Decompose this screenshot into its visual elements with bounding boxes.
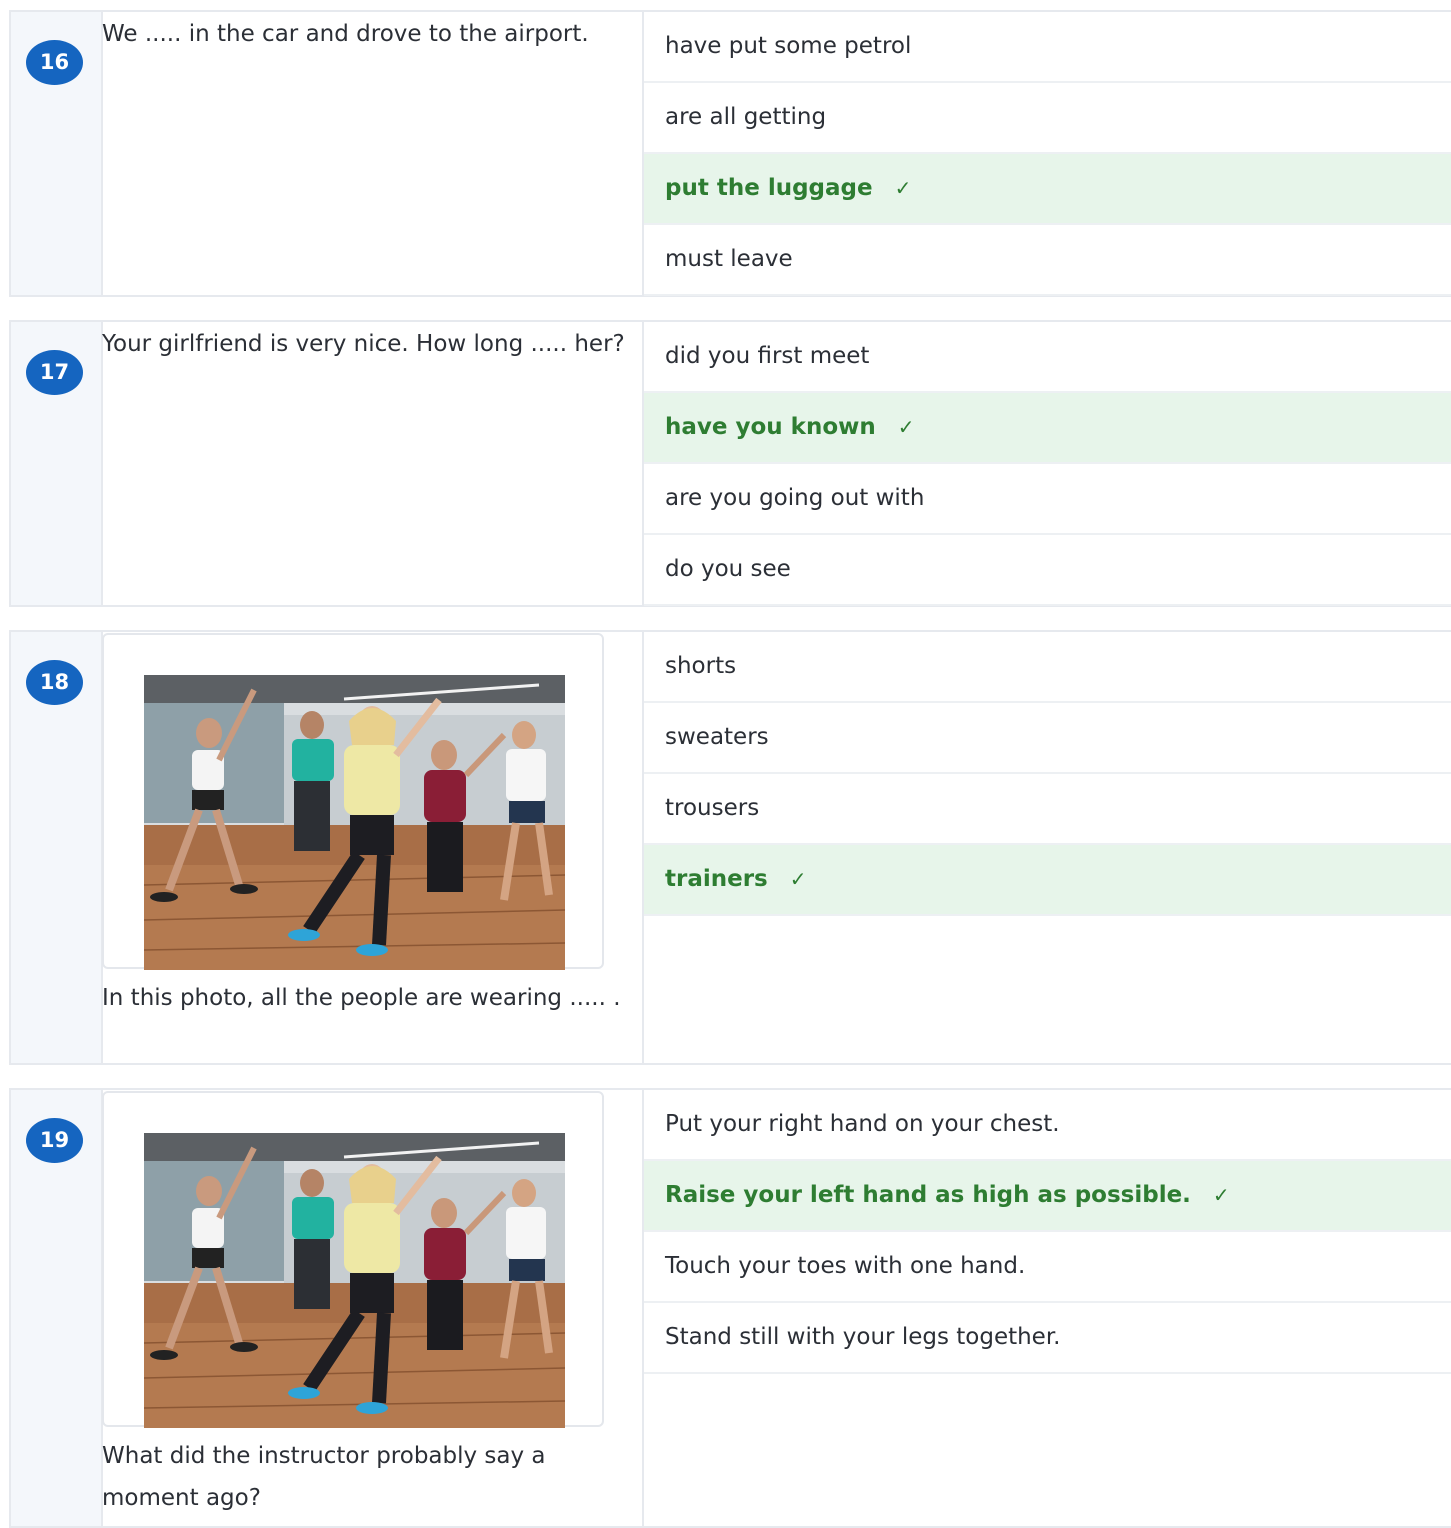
answer-text: put the luggage: [665, 175, 873, 201]
answer-text: Raise your left hand as high as possible…: [665, 1182, 1191, 1208]
answer-option[interactable]: are all getting: [644, 83, 1451, 154]
answer-list: have put some petrol are all getting put…: [644, 12, 1451, 296]
question-number-badge: 18: [26, 660, 83, 705]
answer-option[interactable]: Touch your toes with one hand.: [644, 1232, 1451, 1303]
answer-option-correct[interactable]: put the luggage ✓: [644, 154, 1451, 225]
answer-text: do you see: [665, 556, 791, 582]
question-prompt: What did the instructor probably say a m…: [102, 1443, 546, 1511]
question-number-column: 19: [11, 1090, 103, 1526]
question-prompt-column: In this photo, all the people are wearin…: [102, 632, 644, 1063]
check-icon: ✓: [1212, 1183, 1230, 1207]
answer-text: Put your right hand on your chest.: [665, 1111, 1060, 1137]
question-16: 16 We ..... in the car and drove to the …: [9, 10, 1451, 297]
answer-option[interactable]: sweaters: [644, 703, 1451, 774]
question-number-column: 16: [11, 12, 103, 295]
answer-option[interactable]: do you see: [644, 535, 1451, 606]
question-18: 18 In this photo, all the people are wea…: [9, 630, 1451, 1065]
photo-frame: [102, 633, 604, 970]
answer-option[interactable]: shorts: [644, 632, 1451, 703]
question-number-badge: 19: [26, 1118, 83, 1163]
answer-text: Stand still with your legs together.: [665, 1324, 1061, 1350]
answer-text: are you going out with: [665, 485, 925, 511]
check-icon: ✓: [894, 176, 912, 200]
question-prompt-column: We ..... in the car and drove to the air…: [102, 12, 644, 295]
question-number-column: 18: [11, 632, 103, 1063]
answer-option[interactable]: are you going out with: [644, 464, 1451, 535]
answer-text: have put some petrol: [665, 33, 912, 59]
question-number-badge: 17: [26, 350, 83, 395]
answer-text: Touch your toes with one hand.: [665, 1253, 1026, 1279]
question-prompt: We ..... in the car and drove to the air…: [102, 21, 589, 47]
question-prompt-column: What did the instructor probably say a m…: [102, 1090, 644, 1526]
photo-frame: [102, 1091, 604, 1428]
answer-option[interactable]: Put your right hand on your chest.: [644, 1090, 1451, 1161]
check-icon: ✓: [789, 867, 807, 891]
question-17: 17 Your girlfriend is very nice. How lon…: [9, 320, 1451, 607]
answer-text: trainers: [665, 866, 768, 892]
answer-option[interactable]: must leave: [644, 225, 1451, 296]
answer-option[interactable]: Stand still with your legs together.: [644, 1303, 1451, 1374]
answer-text: did you first meet: [665, 343, 870, 369]
question-prompt-column: Your girlfriend is very nice. How long .…: [102, 322, 644, 605]
question-prompt: Your girlfriend is very nice. How long .…: [102, 331, 625, 357]
question-number-badge: 16: [26, 40, 83, 85]
question-19: 19 What did the instructor probably say …: [9, 1088, 1451, 1528]
answer-text: are all getting: [665, 104, 827, 130]
check-icon: ✓: [897, 415, 915, 439]
dance-class-photo: [144, 675, 565, 970]
answer-option-correct[interactable]: Raise your left hand as high as possible…: [644, 1161, 1451, 1232]
answer-text: must leave: [665, 246, 793, 272]
answer-list: Put your right hand on your chest. Raise…: [644, 1090, 1451, 1374]
answer-option[interactable]: did you first meet: [644, 322, 1451, 393]
question-number-column: 17: [11, 322, 103, 605]
answer-option-correct[interactable]: have you known ✓: [644, 393, 1451, 464]
answer-option[interactable]: trousers: [644, 774, 1451, 845]
answer-option[interactable]: have put some petrol: [644, 12, 1451, 83]
answer-list: did you first meet have you known ✓ are y…: [644, 322, 1451, 606]
answer-option-correct[interactable]: trainers ✓: [644, 845, 1451, 916]
answer-text: have you known: [665, 414, 876, 440]
question-prompt: In this photo, all the people are wearin…: [102, 985, 621, 1011]
answer-text: trousers: [665, 795, 760, 821]
answer-list: shorts sweaters trousers trainers ✓: [644, 632, 1451, 916]
answer-text: sweaters: [665, 724, 769, 750]
answer-text: shorts: [665, 653, 737, 679]
dance-class-photo: [144, 1133, 565, 1428]
